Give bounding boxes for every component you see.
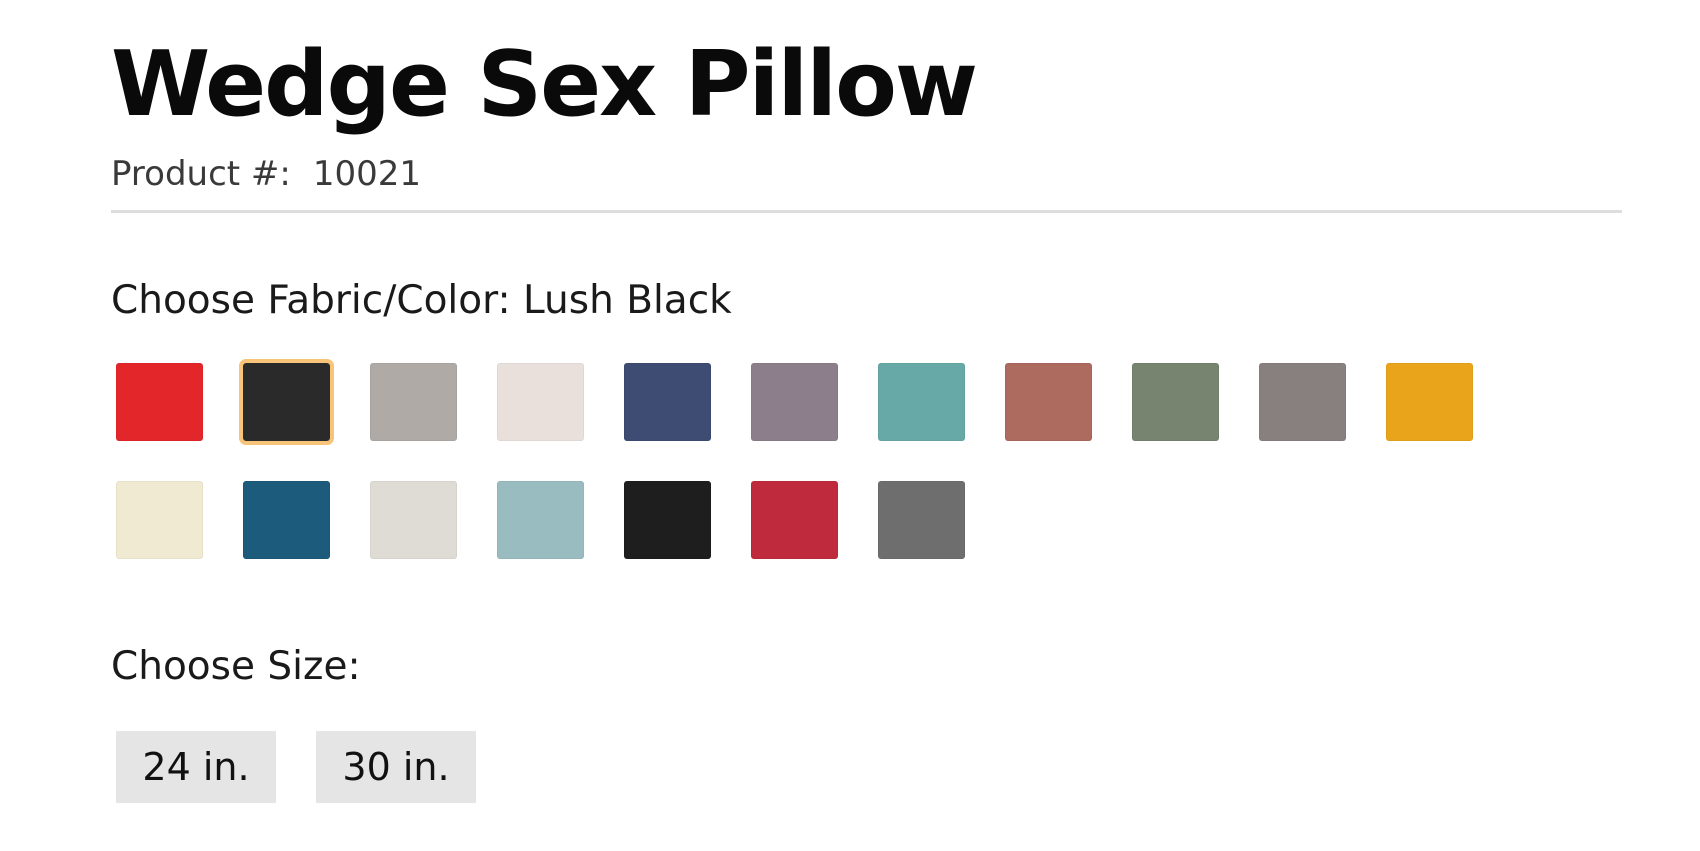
product-title: Wedge Sex Pillow — [111, 32, 978, 137]
mauve-swatch[interactable] — [751, 363, 838, 441]
charcoal-swatch[interactable] — [878, 481, 965, 559]
lush-black-swatch[interactable] — [239, 359, 334, 445]
navy-swatch[interactable] — [624, 363, 711, 441]
sage-swatch[interactable] — [1132, 363, 1219, 441]
gold-swatch[interactable] — [1386, 363, 1473, 441]
fabric-color-label: Choose Fabric/Color: Lush Black — [111, 278, 732, 323]
size-label: Choose Size: — [111, 644, 361, 689]
fabric-swatch-grid — [116, 359, 1516, 559]
red-swatch[interactable] — [116, 363, 203, 441]
terracotta-swatch[interactable] — [1005, 363, 1092, 441]
pearl-swatch[interactable] — [370, 481, 457, 559]
size-options: 24 in. 30 in. — [116, 731, 476, 803]
size-30-button[interactable]: 30 in. — [316, 731, 476, 803]
product-number: Product #: 10021 — [111, 154, 421, 194]
crimson-swatch[interactable] — [751, 481, 838, 559]
peacock-swatch[interactable] — [243, 481, 330, 559]
gray-swatch[interactable] — [370, 363, 457, 441]
product-number-label: Product #: — [111, 154, 291, 194]
cream-swatch[interactable] — [116, 481, 203, 559]
taupe-swatch[interactable] — [1259, 363, 1346, 441]
size-24-button[interactable]: 24 in. — [116, 731, 276, 803]
black-swatch[interactable] — [624, 481, 711, 559]
product-number-value: 10021 — [312, 154, 422, 194]
divider — [111, 210, 1622, 213]
ivory-swatch[interactable] — [497, 363, 584, 441]
teal-swatch[interactable] — [878, 363, 965, 441]
seafoam-swatch[interactable] — [497, 481, 584, 559]
